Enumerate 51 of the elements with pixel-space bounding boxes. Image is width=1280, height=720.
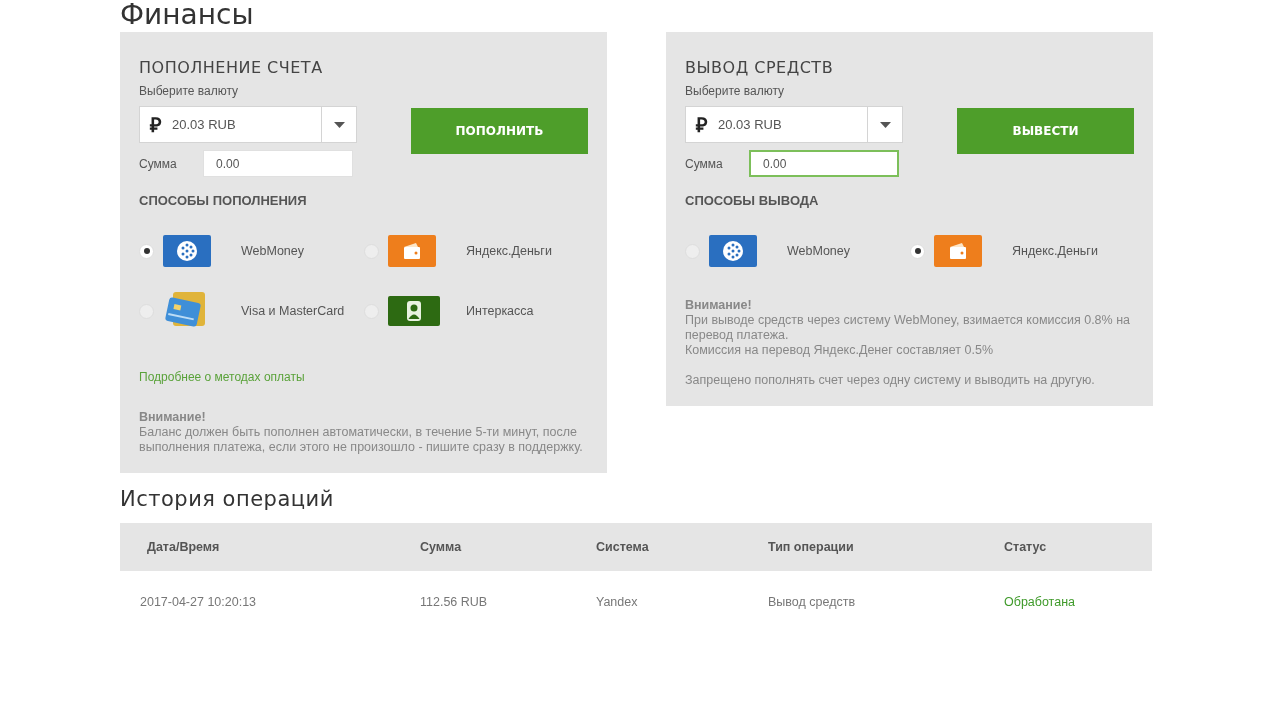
notice-text: Запрещено пополнять счет через одну систему и выводить на другую. [685, 373, 1096, 388]
amount-field[interactable]: 0.00 [203, 150, 353, 177]
method-label[interactable]: Яндекс.Деньги [1012, 244, 1098, 258]
notice-text: При выводе средств через систему WebMoney, взимается комиссия 0.8% на перевод платежа. [685, 313, 1130, 343]
notice-title: Внимание! [685, 298, 753, 313]
webmoney-globe-icon [709, 235, 757, 267]
method-label[interactable]: WebMoney [241, 244, 304, 258]
wallet-icon [388, 235, 436, 267]
submit-button[interactable]: ВЫВЕСТИ [957, 108, 1134, 154]
field-label: Выберите валюту [139, 84, 240, 98]
wallet-icon [934, 235, 982, 267]
currency-value: 20.03 RUB [718, 117, 783, 132]
notice-text: Баланс должен быть пополнен автоматически, в течение 5-ти минут, после выполнения платежа, если этого не произошло - пишите сразу в поддержку. [139, 425, 584, 455]
submit-button[interactable]: ПОПОЛНИТЬ [411, 108, 588, 154]
webmoney-globe-icon [163, 235, 211, 267]
caret-icon[interactable] [879, 121, 891, 128]
column-header: Сумма [420, 540, 463, 554]
person-badge-icon [388, 296, 440, 326]
method-label[interactable]: WebMoney [787, 244, 850, 258]
field-label: Сумма [685, 156, 724, 171]
notice-title: Внимание! [139, 410, 207, 425]
radio-button[interactable] [139, 243, 154, 259]
section-title: История операций [120, 487, 335, 511]
table-cell-text: Вывод средств [768, 594, 857, 611]
panel-title: ПОПОЛНЕНИЕ СЧЕТА [139, 58, 324, 79]
field-label: Сумма [139, 156, 178, 171]
currency-value: 20.03 RUB [172, 117, 237, 132]
table-cell-text: Yandex [596, 594, 639, 611]
method-label[interactable]: Интеркасса [466, 304, 534, 318]
table-cell-text: 112.56 RUB [420, 594, 489, 611]
column-header: Дата/Время [147, 540, 221, 554]
column-header: Статус [1004, 540, 1048, 554]
panel-title: ВЫВОД СРЕДСТВ [685, 58, 835, 79]
method-label[interactable]: Visa и MasterCard [241, 304, 345, 318]
radio-button[interactable] [910, 243, 925, 259]
currency-symbol: ₽ [696, 113, 709, 138]
amount-field[interactable]: 0.00 [749, 150, 899, 177]
column-header: Тип операции [768, 540, 855, 554]
method-label[interactable]: Яндекс.Деньги [466, 244, 552, 258]
section-heading: СПОСОБЫ ПОПОЛНЕНИЯ [139, 193, 308, 208]
currency-select[interactable]: ₽ 20.03 RUB [139, 106, 357, 143]
status-text: Обработана [1004, 594, 1076, 611]
field-label: Выберите валюту [685, 84, 786, 98]
notice-text: Комиссия на перевод Яндекс.Денег составляет 0.5% [685, 343, 994, 358]
page-title: Финансы [120, 0, 255, 30]
table-cell-text: 2017-04-27 10:20:13 [140, 594, 258, 611]
column-header: Система [596, 540, 650, 554]
caret-icon[interactable] [333, 121, 345, 128]
currency-select[interactable]: ₽ 20.03 RUB [685, 106, 903, 143]
currency-symbol: ₽ [150, 113, 163, 138]
section-heading: СПОСОБЫ ВЫВОДА [685, 193, 820, 208]
